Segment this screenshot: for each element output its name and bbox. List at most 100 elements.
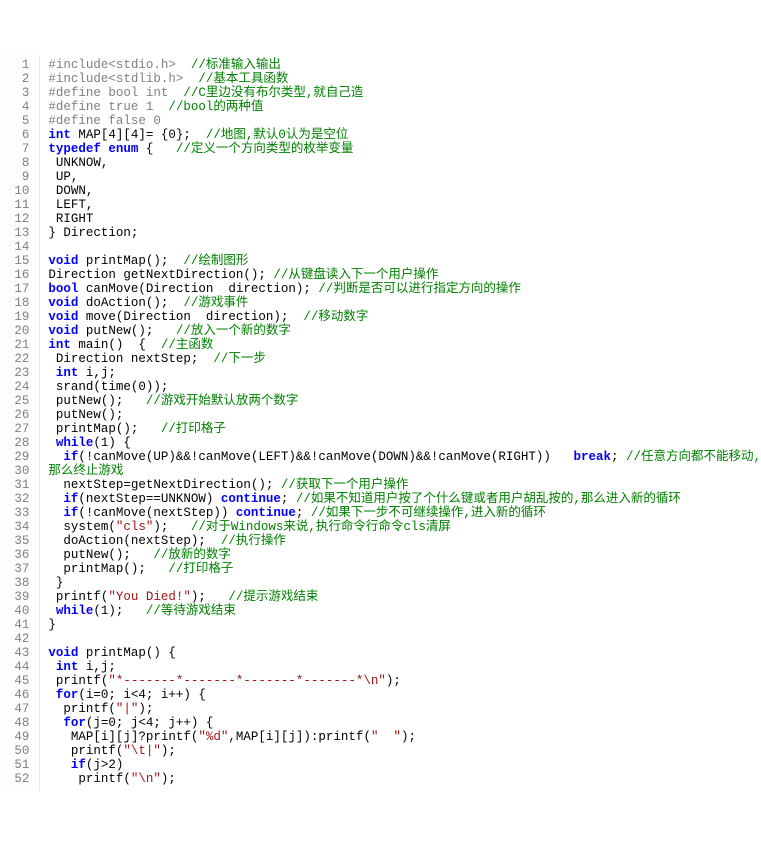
- code-line[interactable]: printf("You Died!"); //提示游戏结束: [48, 591, 761, 605]
- code-line[interactable]: int i,j;: [48, 661, 761, 675]
- token-comment: //打印格子: [161, 422, 226, 436]
- code-line[interactable]: Direction nextStep; //下一步: [48, 353, 761, 367]
- token-comment: //打印格子: [168, 562, 233, 576]
- code-line[interactable]: void move(Direction direction); //移动数字: [48, 311, 761, 325]
- code-line[interactable]: printMap(); //打印格子: [48, 423, 761, 437]
- code-line[interactable]: system("cls"); //对于Windows来说,执行命令行命令cls清…: [48, 521, 761, 535]
- token-plain: }: [48, 576, 63, 590]
- code-line[interactable]: printMap(); //打印格子: [48, 563, 761, 577]
- line-number: 45: [0, 675, 29, 689]
- code-line[interactable]: void doAction(); //游戏事件: [48, 297, 761, 311]
- code-line[interactable]: printf("*-------*-------*-------*-------…: [48, 675, 761, 689]
- code-line[interactable]: LEFT,: [48, 199, 761, 213]
- code-line[interactable]: printf("|");: [48, 703, 761, 717]
- code-line[interactable]: [48, 241, 761, 255]
- code-line[interactable]: int main() { //主函数: [48, 339, 761, 353]
- line-number: 24: [0, 381, 29, 395]
- token-comment: //主函数: [161, 338, 214, 352]
- code-line[interactable]: while(1) {: [48, 437, 761, 451]
- code-line[interactable]: int i,j;: [48, 367, 761, 381]
- code-line[interactable]: MAP[i][j]?printf("%d",MAP[i][j]):printf(…: [48, 731, 761, 745]
- token-kw: void: [48, 310, 78, 324]
- line-number: 31: [0, 479, 29, 493]
- code-line[interactable]: printf("\t|");: [48, 745, 761, 759]
- code-line[interactable]: #define false 0: [48, 115, 761, 129]
- token-plain: Direction nextStep;: [48, 352, 213, 366]
- line-number: 10: [0, 185, 29, 199]
- token-plain: printMap();: [48, 562, 168, 576]
- code-line[interactable]: } Direction;: [48, 227, 761, 241]
- code-line[interactable]: int MAP[4][4]= {0}; //地图,默认0认为是空位: [48, 129, 761, 143]
- code-line[interactable]: if(!canMove(nextStep)) continue; //如果下一步…: [48, 507, 761, 521]
- line-number: 51: [0, 759, 29, 773]
- code-line[interactable]: for(i=0; i<4; i++) {: [48, 689, 761, 703]
- code-line[interactable]: printf("\n");: [48, 773, 761, 787]
- code-line[interactable]: UP,: [48, 171, 761, 185]
- code-line[interactable]: }: [48, 619, 761, 633]
- token-plain: );: [401, 730, 416, 744]
- token-plain: printMap();: [48, 422, 161, 436]
- code-line[interactable]: DOWN,: [48, 185, 761, 199]
- line-number: 3: [0, 87, 29, 101]
- token-fn: system: [63, 520, 108, 534]
- code-line[interactable]: #include<stdio.h> //标准输入输出: [48, 59, 761, 73]
- code-line[interactable]: while(1); //等待游戏结束: [48, 605, 761, 619]
- code-line[interactable]: void printMap(); //绘制图形: [48, 255, 761, 269]
- code-line[interactable]: putNew();: [48, 409, 761, 423]
- token-plain: [48, 604, 56, 618]
- code-line[interactable]: doAction(nextStep); //执行操作: [48, 535, 761, 549]
- token-plain: MAP[i][j]?: [48, 730, 146, 744]
- token-fn: time: [101, 380, 131, 394]
- token-plain: }: [48, 618, 56, 632]
- code-line[interactable]: typedef enum { //定义一个方向类型的枚举变量: [48, 143, 761, 157]
- code-line[interactable]: #include<stdlib.h> //基本工具函数: [48, 73, 761, 87]
- code-line[interactable]: [48, 633, 761, 647]
- code-line[interactable]: }: [48, 577, 761, 591]
- token-plain: (: [108, 702, 116, 716]
- token-comment: //对于Windows来说,执行命令行命令cls清屏: [191, 520, 451, 534]
- token-plain: (0));: [131, 380, 169, 394]
- code-line[interactable]: RIGHT: [48, 213, 761, 227]
- token-plain: (i=0; i<4; i++) {: [78, 688, 206, 702]
- token-str: "You Died!": [108, 590, 191, 604]
- token-plain: move(Direction direction);: [78, 310, 303, 324]
- token-plain: putNew();: [48, 394, 146, 408]
- token-plain: );: [191, 590, 229, 604]
- code-line[interactable]: void printMap() {: [48, 647, 761, 661]
- code-line[interactable]: nextStep=getNextDirection(); //获取下一个用户操作: [48, 479, 761, 493]
- code-line[interactable]: #define bool int //C里边没有布尔类型,就自己造: [48, 87, 761, 101]
- token-plain: UNKNOW,: [48, 156, 108, 170]
- line-number: 49: [0, 731, 29, 745]
- token-str: "\t|": [123, 744, 161, 758]
- code-line[interactable]: if(j>2): [48, 759, 761, 773]
- token-comment: //判断是否可以进行指定方向的操作: [318, 282, 521, 296]
- code-line[interactable]: #define true 1 //bool的两种值: [48, 101, 761, 115]
- code-content[interactable]: #include<stdio.h> //标准输入输出#include<stdli…: [40, 55, 761, 791]
- code-line[interactable]: Direction getNextDirection(); //从键盘读入下一个…: [48, 269, 761, 283]
- token-plain: printMap() {: [78, 646, 176, 660]
- code-line[interactable]: putNew(); //游戏开始默认放两个数字: [48, 395, 761, 409]
- token-comment: //C里边没有布尔类型,就自己造: [183, 86, 363, 100]
- code-line[interactable]: bool canMove(Direction direction); //判断是…: [48, 283, 761, 297]
- token-plain: [48, 380, 56, 394]
- code-line[interactable]: 那么终止游戏: [48, 465, 761, 479]
- code-line[interactable]: if(nextStep==UNKNOW) continue; //如果不知道用户…: [48, 493, 761, 507]
- code-line[interactable]: putNew(); //放新的数字: [48, 549, 761, 563]
- token-plain: UP,: [48, 170, 78, 184]
- code-line[interactable]: srand(time(0));: [48, 381, 761, 395]
- code-line[interactable]: if(!canMove(UP)&&!canMove(LEFT)&&!canMov…: [48, 451, 761, 465]
- token-fn: printf: [78, 772, 123, 786]
- line-number: 39: [0, 591, 29, 605]
- token-kw: for: [63, 716, 86, 730]
- token-plain: (nextStep==UNKNOW): [78, 492, 221, 506]
- token-kw: if: [63, 450, 78, 464]
- line-number: 20: [0, 325, 29, 339]
- line-number: 25: [0, 395, 29, 409]
- token-comment: //任意方向都不能移动,: [626, 450, 761, 464]
- code-line[interactable]: UNKNOW,: [48, 157, 761, 171]
- token-comment: //游戏开始默认放两个数字: [146, 394, 299, 408]
- token-kw: if: [63, 506, 78, 520]
- code-line[interactable]: void putNew(); //放入一个新的数字: [48, 325, 761, 339]
- code-line[interactable]: for(j=0; j<4; j++) {: [48, 717, 761, 731]
- token-comment: //等待游戏结束: [146, 604, 236, 618]
